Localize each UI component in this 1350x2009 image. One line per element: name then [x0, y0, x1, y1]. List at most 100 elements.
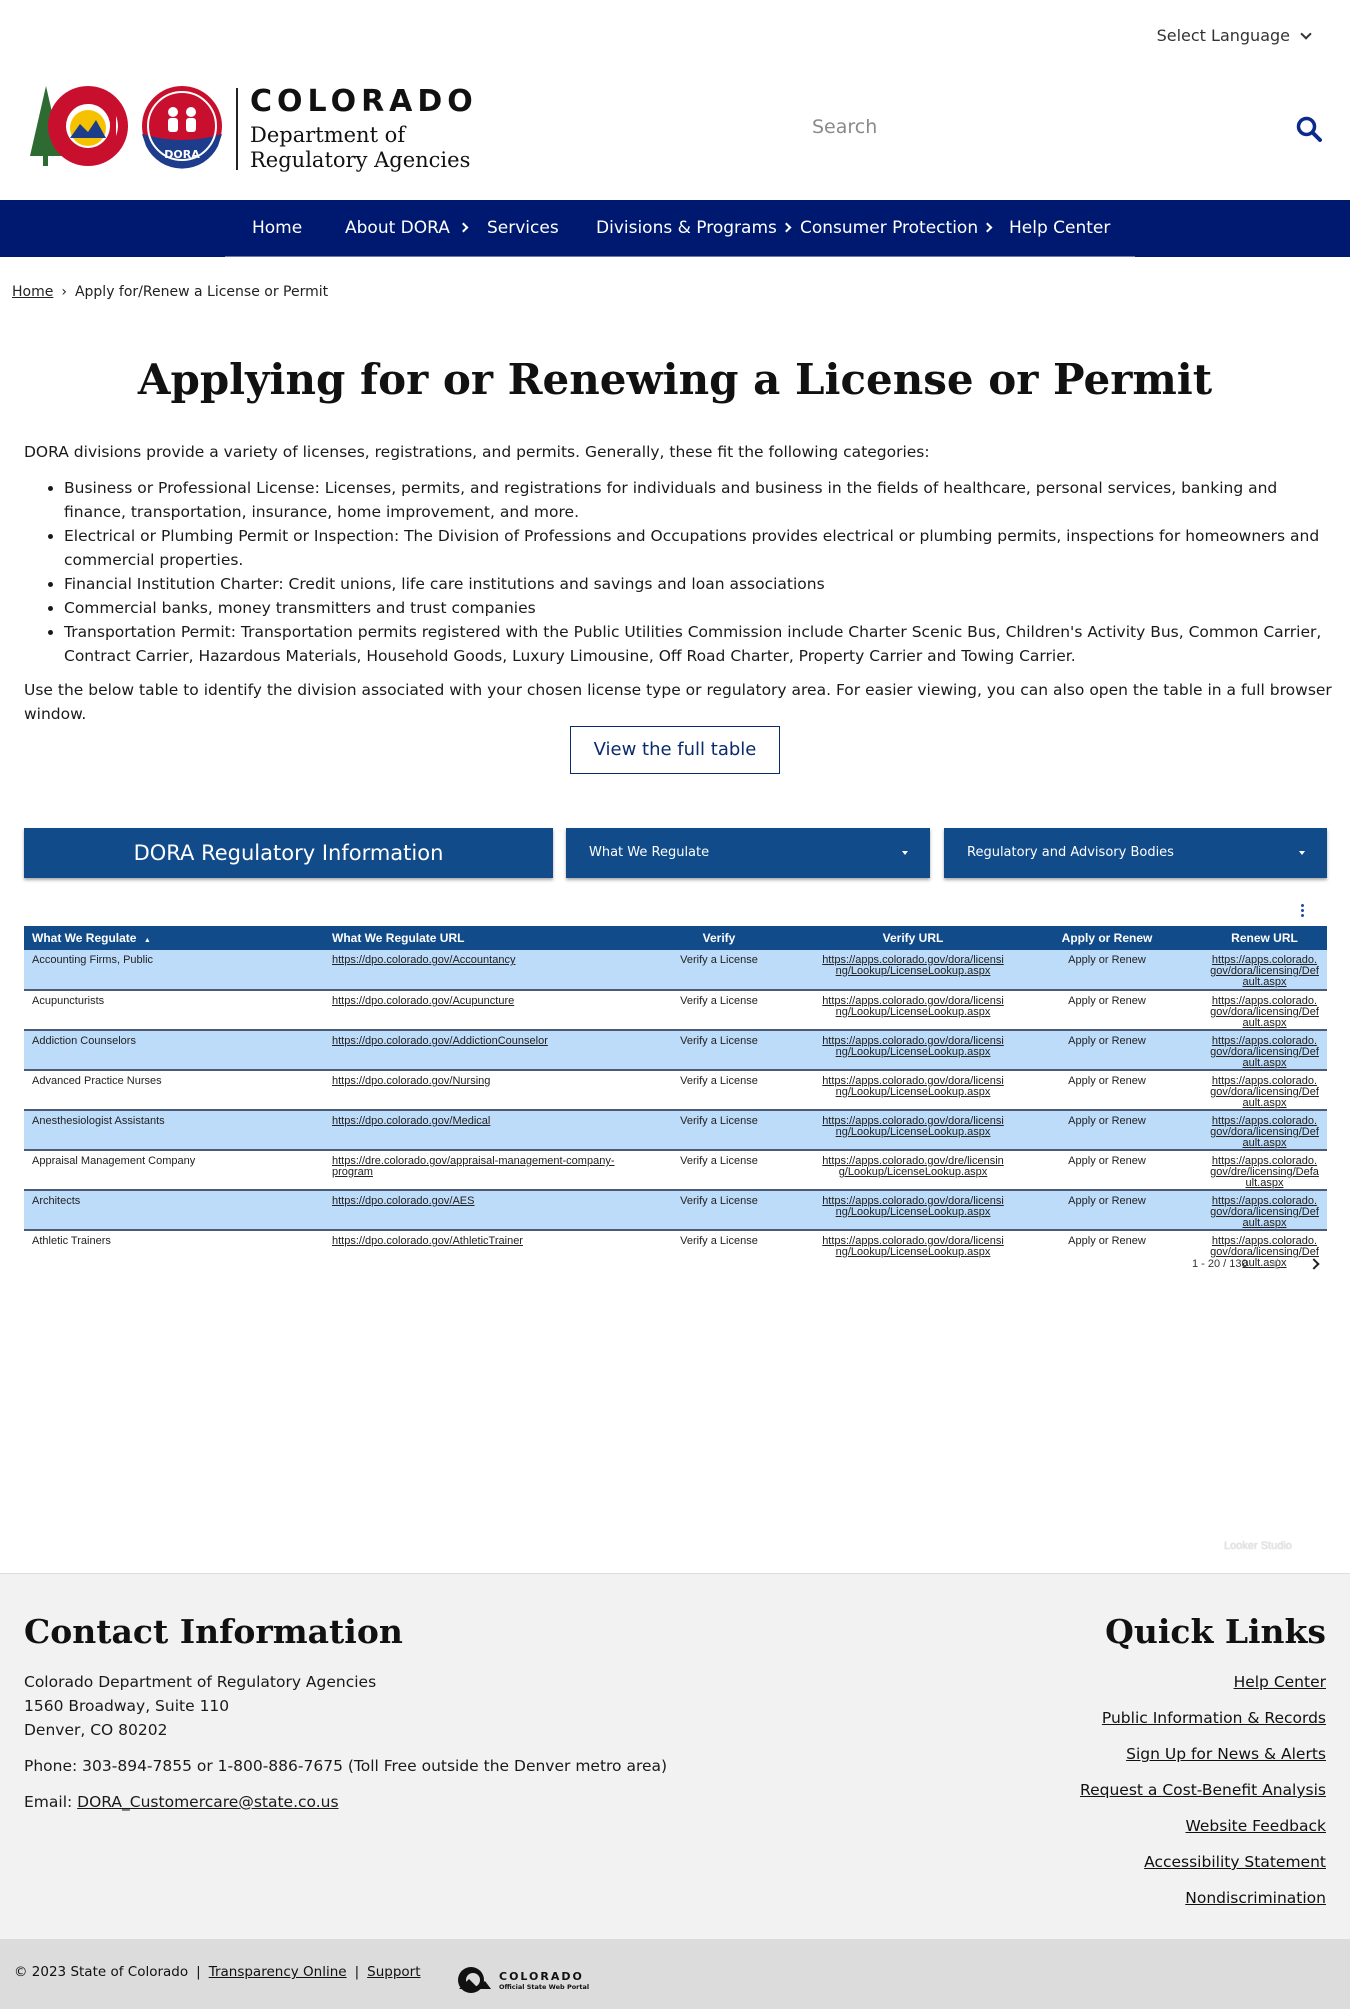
language-selector[interactable]: Select Language: [1156, 26, 1312, 45]
dashboard-title: DORA Regulatory Information: [24, 828, 553, 878]
page-content: DORA divisions provide a variety of lice…: [24, 440, 1334, 726]
nav-item-consumer-protection[interactable]: Consumer Protection: [800, 200, 993, 257]
table-cell: Apply or Renew: [1012, 1150, 1202, 1191]
column-header[interactable]: Apply or Renew: [1012, 926, 1202, 950]
column-header[interactable]: Renew URL: [1202, 926, 1327, 950]
table-link[interactable]: https://apps.colorado.gov/dre/licensing/…: [822, 1155, 1004, 1178]
table-cell: https://apps.colorado.gov/dora/licensing…: [814, 990, 1012, 1031]
list-item: Commercial banks, money transmitters and…: [64, 596, 1334, 620]
table-cell: Accounting Firms, Public: [24, 950, 324, 991]
quick-link-help-center[interactable]: Help Center: [1080, 1670, 1326, 1694]
previous-page-icon[interactable]: [1271, 1258, 1284, 1270]
table-link[interactable]: https://apps.colorado.gov/dora/licensing…: [822, 1035, 1004, 1058]
table-cell: https://dpo.colorado.gov/Acupuncture: [324, 990, 624, 1031]
nav-label: Help Center: [1009, 218, 1111, 238]
dora-logo[interactable]: DORA COLORADO Department of Regulatory A…: [28, 84, 478, 173]
table-link[interactable]: https://dpo.colorado.gov/Accountancy: [332, 954, 515, 966]
header-label: What We Regulate: [32, 931, 137, 945]
table-cell: Verify a License: [624, 1070, 814, 1111]
column-header[interactable]: What We Regulate ▲: [24, 926, 324, 950]
table-cell: Apply or Renew: [1012, 950, 1202, 991]
table-link[interactable]: https://apps.colorado.gov/dora/licensing…: [1210, 1115, 1319, 1149]
table-link[interactable]: https://dpo.colorado.gov/Nursing: [332, 1075, 490, 1087]
next-page-icon[interactable]: [1307, 1258, 1320, 1270]
main-nav: Home About DORA Services Divisions & Pro…: [0, 200, 1350, 257]
breadcrumb-current: Apply for/Renew a License or Permit: [74, 284, 329, 300]
looker-studio-watermark: Looker Studio: [1224, 1540, 1292, 1552]
table-link[interactable]: https://apps.colorado.gov/dora/licensing…: [1210, 995, 1319, 1029]
nav-label: Divisions & Programs: [596, 218, 777, 238]
table-link[interactable]: https://dpo.colorado.gov/AthleticTrainer: [332, 1235, 523, 1247]
table-link[interactable]: https://apps.colorado.gov/dora/licensing…: [1210, 954, 1319, 988]
table-pagination: 1 - 20 / 130: [1192, 1258, 1320, 1270]
list-item: Business or Professional License: Licens…: [64, 476, 1334, 524]
quick-link-feedback[interactable]: Website Feedback: [1080, 1814, 1326, 1838]
table-link[interactable]: https://apps.colorado.gov/dora/licensing…: [822, 995, 1004, 1018]
quick-link-nondiscrimination[interactable]: Nondiscrimination: [1080, 1886, 1326, 1910]
table-cell: https://dpo.colorado.gov/Accountancy: [324, 950, 624, 991]
transparency-link[interactable]: Transparency Online: [209, 1964, 347, 1980]
breadcrumb: Home › Apply for/Renew a License or Permit: [12, 284, 328, 300]
table-link[interactable]: https://apps.colorado.gov/dora/licensing…: [1210, 1075, 1319, 1109]
state-portal-logo[interactable]: COLORADO Official State Web Portal: [455, 1965, 589, 1995]
chevron-right-icon: [982, 222, 993, 233]
kebab-menu-icon[interactable]: [1301, 904, 1307, 919]
support-link[interactable]: Support: [367, 1964, 420, 1980]
table-cell: https://dpo.colorado.gov/AthleticTrainer: [324, 1230, 624, 1269]
table-link[interactable]: https://apps.colorado.gov/dre/licensing/…: [1210, 1155, 1319, 1189]
quick-link-news-alerts[interactable]: Sign Up for News & Alerts: [1080, 1742, 1326, 1766]
nav-item-help-center[interactable]: Help Center: [1009, 200, 1110, 257]
contact-info: Colorado Department of Regulatory Agenci…: [24, 1670, 667, 1826]
table-link[interactable]: https://apps.colorado.gov/dora/licensing…: [822, 1195, 1004, 1218]
logo-dept-line2: Regulatory Agencies: [250, 148, 471, 172]
search-input[interactable]: [812, 112, 1232, 138]
table-link[interactable]: https://apps.colorado.gov/dora/licensing…: [822, 1235, 1004, 1258]
table-cell: Appraisal Management Company: [24, 1150, 324, 1191]
quick-link-accessibility[interactable]: Accessibility Statement: [1080, 1850, 1326, 1874]
search-icon[interactable]: [1296, 116, 1322, 146]
table-link[interactable]: https://dpo.colorado.gov/AES: [332, 1195, 474, 1207]
column-header[interactable]: Verify: [624, 926, 814, 950]
table-cell: https://apps.colorado.gov/dre/licensing/…: [1202, 1150, 1327, 1191]
table-link[interactable]: https://apps.colorado.gov/dora/licensing…: [822, 1115, 1004, 1138]
colorado-c-icon: [458, 1967, 491, 1993]
table-cell: https://apps.colorado.gov/dora/licensing…: [1202, 1110, 1327, 1151]
contact-phone: Phone: 303-894-7855 or 1-800-886-7675 (T…: [24, 1757, 668, 1775]
nav-item-divisions-programs[interactable]: Divisions & Programs: [596, 200, 792, 257]
table-cell: Acupuncturists: [24, 990, 324, 1031]
breadcrumb-home[interactable]: Home: [12, 284, 53, 300]
table-link[interactable]: https://apps.colorado.gov/dora/licensing…: [1210, 1195, 1319, 1229]
email-link[interactable]: DORA_Customercare@state.co.us: [77, 1793, 338, 1811]
column-header[interactable]: Verify URL: [814, 926, 1012, 950]
view-full-table-button[interactable]: View the full table: [570, 726, 780, 774]
list-item: Transportation Permit: Transportation pe…: [64, 620, 1334, 668]
table-link[interactable]: https://dpo.colorado.gov/AddictionCounse…: [332, 1035, 548, 1047]
table-link[interactable]: https://apps.colorado.gov/dora/licensing…: [822, 954, 1004, 977]
filter-label: Regulatory and Advisory Bodies: [967, 845, 1174, 860]
column-header[interactable]: What We Regulate URL: [324, 926, 624, 950]
filter-what-we-regulate[interactable]: What We Regulate: [566, 828, 930, 878]
quick-link-public-information[interactable]: Public Information & Records: [1080, 1706, 1326, 1730]
nav-item-services[interactable]: Services: [487, 200, 559, 257]
table-link[interactable]: https://dpo.colorado.gov/Acupuncture: [332, 995, 514, 1007]
nav-item-about-dora[interactable]: About DORA: [345, 200, 469, 257]
dropdown-arrow-icon: [902, 851, 908, 855]
table-row: Advanced Practice Nurses https://dpo.col…: [24, 1070, 1327, 1111]
table-cell: https://apps.colorado.gov/dora/licensing…: [814, 1190, 1012, 1231]
table-link[interactable]: https://apps.colorado.gov/dora/licensing…: [822, 1075, 1004, 1098]
table-link[interactable]: https://dpo.colorado.gov/Medical: [332, 1115, 490, 1127]
nav-item-home[interactable]: Home: [252, 200, 302, 257]
table-cell: https://apps.colorado.gov/dora/licensing…: [1202, 1070, 1327, 1111]
quick-links: Help Center Public Information & Records…: [1080, 1670, 1326, 1922]
quick-link-cost-benefit[interactable]: Request a Cost-Benefit Analysis: [1080, 1778, 1326, 1802]
table-link[interactable]: https://apps.colorado.gov/dora/licensing…: [1210, 1035, 1319, 1069]
quick-links-title: Quick Links: [1105, 1612, 1326, 1651]
language-label: Select Language: [1156, 26, 1290, 45]
filter-regulatory-bodies[interactable]: Regulatory and Advisory Bodies: [944, 828, 1327, 878]
nav-label: Home: [252, 218, 303, 238]
table-cell: https://apps.colorado.gov/dora/licensing…: [814, 950, 1012, 991]
table-cell: Verify a License: [624, 990, 814, 1031]
table-cell: https://apps.colorado.gov/dora/licensing…: [1202, 1030, 1327, 1071]
table-link[interactable]: https://dre.colorado.gov/appraisal-manag…: [332, 1155, 614, 1178]
list-item: Electrical or Plumbing Permit or Inspect…: [64, 524, 1334, 572]
